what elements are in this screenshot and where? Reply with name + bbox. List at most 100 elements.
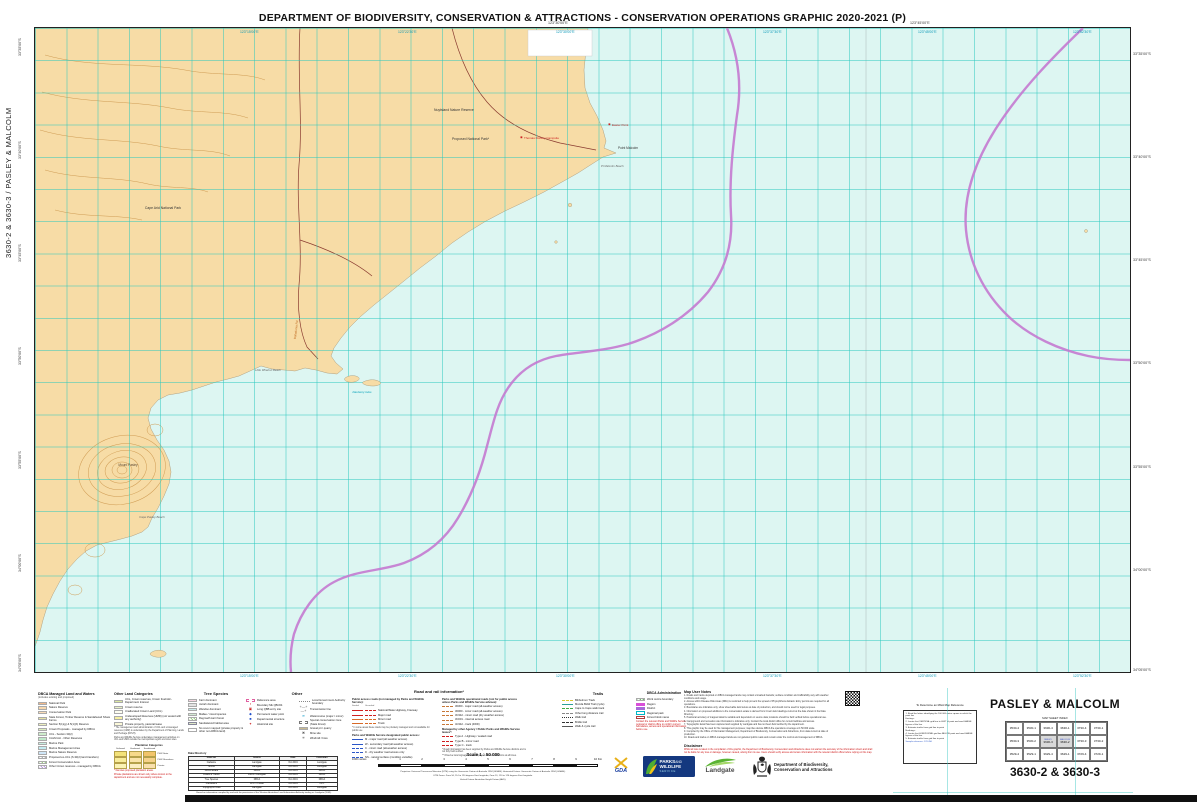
sheet-number: 3630-2 & 3630-3 [975,765,1135,779]
graticule-label: 33°40'00"S [18,141,22,159]
legend-item: Proposed ex-UCL (S.33(2) land transfers) [38,756,114,759]
graticule-label: 123°45'00"E [918,30,937,34]
legend-item-label: Sandalwood habitat area [199,722,229,725]
service-word: SERVICE [660,770,682,773]
legend-item: Unallocated Crown Land (UCL) [114,710,184,713]
road-item-label: Type A - Highway / sealed road [455,735,492,738]
legend-swatch-lineS [562,704,573,705]
legend-item-label: Nature Reserve [49,706,68,709]
legend-item-label: Karri dominant [199,699,216,702]
legend-swatch-sym: +—+—+ [299,706,308,713]
legend-swatch-dots [188,708,197,711]
landgate-logo-text: Landgate [706,768,735,775]
legend-swatch-fill [114,722,123,725]
legend-swatch-lineD [365,710,376,711]
road-item-label: 30060 - minor road (all-weather access) [455,710,503,713]
parks-wildlife-logo-text: PARKSAND WILDLIFE SERVICE [660,760,682,773]
roads-public-title: Public access roads (not managed by Park… [352,698,436,704]
legend-item-label: Regrowth karri forest [199,717,224,720]
legend-item: ✦Historical site [246,723,293,727]
graticule-label: 123°15'00"E [240,30,259,34]
other-symbols-title: Other [246,692,348,697]
data-directory-table: Data SetSourceDateCustodianCadastreLandg… [188,756,338,791]
disclaimer-text: Whilst all care is taken in the compilat… [684,749,876,755]
plantation-table: SoftwoodHardwoodSandalwoodP&W StateP&W S… [114,748,184,768]
legend-swatch-dots [188,703,197,706]
scale-bar-segment [444,764,466,767]
legend-item-label: Mallee / mixed species [199,713,226,716]
map-user-note: 1. Roads and tracks depicted on DBCA man… [684,695,834,700]
legend-swatch-sym: ■ [246,718,255,722]
graticule-label: 123°22'30"E [398,30,417,34]
legend-roads: Road and rail information* Public access… [352,690,526,760]
legend-swatch-lineS [352,739,363,740]
legend-item: Forest Conservation Area [38,761,114,764]
legend-swatch-lineD [562,713,573,714]
legend-swatch-lineD [352,748,363,749]
roads-pw-title: Parks and Wildlife Service designated pu… [352,734,436,737]
map-sheet-index-cell: 3629-1 [1057,748,1074,761]
table-cell: Oct 2019 [280,786,307,790]
graticule-label: 123°37'30"E [763,674,782,678]
data-directory: Data Directory Data SetSourceDateCustodi… [188,750,340,798]
map-sheet-index-cell: 3730-2 [1090,735,1107,748]
scale-tick-label: 6 [509,758,511,761]
roads-title: Road and rail information* [352,690,526,695]
sheet-cell-number: 3529-4 [1010,753,1019,756]
legend-item-label: Other long distance trail [575,712,603,715]
legend-item: National Park [38,702,114,705]
sheet-cell-number: 3730-4 [1077,727,1086,730]
legend-swatch-lineD [562,722,573,723]
plantation-swatch [129,751,142,756]
road-item-label: National/State Highway, Freeway [378,709,418,712]
legend-item: Jarrah dominant [188,703,244,706]
projection-note: Projection: Universal Transverse Mercato… [352,771,614,774]
gda-logo-text: GDA [615,769,627,775]
legend-swatch-sym: ✦ [246,723,255,727]
legend-swatch-box [636,716,645,719]
road-item: Minor road [352,718,436,721]
legend-swatch-fill [114,716,123,719]
road-item-label: C - minor road (all-weather access) [365,747,407,750]
legend-swatch-lineD [442,736,453,737]
map-sheet-index-cell: 3730-3 [1073,735,1090,748]
road-item: 3C342 - minor road (dry weather access) [442,714,526,717]
scale-tick-label: 9 [575,758,577,761]
legend-swatch-fill [38,717,47,720]
map-user-note: 2. Access within Disease Risk Areas (DRA… [684,701,834,706]
legend-dbca-lands: DBCA Managed Land and Waters (includes e… [38,692,114,770]
plantation-col-header: Sandalwood [143,748,156,750]
legend-swatch-lineD [442,724,453,725]
sheet-cell-number: 3730-1 [1094,727,1103,730]
legend-item: CALM Act - Other Reserves [38,737,114,740]
margin-gridline [893,792,1133,793]
footnote: * The management and administration of U… [114,727,184,735]
graticule-label: 123°37'30"E [763,30,782,34]
scale-bar-segment [488,764,510,767]
legend-swatch-fill [38,723,47,726]
scale-bar-segment [400,764,422,767]
legend-item: Special conservation zone (State forest) [299,719,348,725]
scale-tick-label: 0 [377,758,379,761]
legend-item-label: Transmission line [310,708,331,711]
legend-tree-species: Tree Species Karri dominantJarrah domina… [188,692,244,734]
map-user-note: 5. Positional accuracy of mapped detail … [684,717,834,720]
graticule-label: 33°45'00"S [18,244,22,262]
plantation-col-header: Softwood [114,748,127,750]
table-cell: Landgate [306,786,337,790]
map-sheet-index-cell: MALCOLM3630-2 [1057,735,1074,748]
graticule-label: 123°30'00"E [556,674,575,678]
legend-swatch-speck [299,727,308,730]
legend-item-label: Region [647,703,656,706]
legend-item-label: Jarrah dominant [199,703,218,706]
legend-item-label: Gravel pit / quarry [310,727,331,730]
graticule-label: 34°05'00"S [18,654,22,672]
gda-logo: GDA [613,757,629,775]
legend-item-label: Other Crown reserves - managed by DBCA [49,765,101,768]
parks-wildlife-logo: PARKSAND WILDLIFE SERVICE [643,756,695,777]
legend-item-label: Special conservation zone (State forest) [310,719,348,725]
road-item-label: Track [378,722,385,725]
legend-item-label: Walk trail [575,716,586,719]
legend-swatch-fill [38,737,47,740]
disclaimer: Disclaimer Whilst all care is taken in t… [684,744,876,755]
